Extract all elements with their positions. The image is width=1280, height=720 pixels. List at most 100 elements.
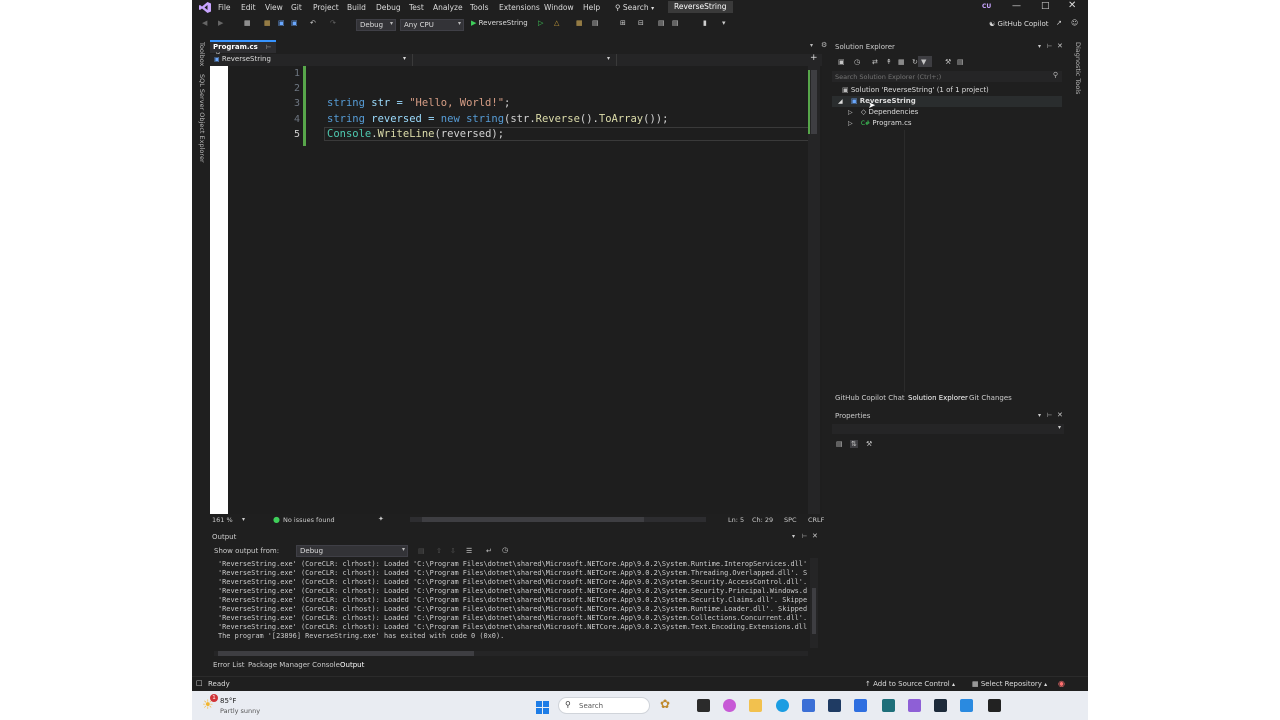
line-ending-indicator[interactable]: CRLF [808,516,824,524]
hscroll-thumb[interactable] [218,651,474,656]
find-message-icon[interactable]: ▤ [418,547,425,555]
new-item-icon[interactable]: ▦ [244,19,251,31]
toolbar-tool-3-icon[interactable]: ⊞ [620,19,626,31]
menu-build[interactable]: Build [347,3,366,12]
toolbar-tool-4-icon[interactable]: ⊟ [638,19,644,31]
next-message-icon[interactable]: ⇩ [450,547,456,555]
scroll-thumb[interactable] [812,588,816,634]
menu-analyze[interactable]: Analyze [433,3,463,12]
properties-object-select[interactable]: ▾ [832,424,1064,434]
search-icon[interactable]: ⚲ [1053,71,1058,79]
project-scope-select[interactable]: ▣ ReverseString ▾ [210,54,410,66]
toolbar-more-icon[interactable]: ▾ [722,19,726,31]
undo-icon[interactable]: ↶ [310,19,316,31]
windows-start-icon[interactable] [536,699,549,714]
search-menu[interactable]: ⚲ Search ▾ [615,3,654,12]
output-source-select[interactable]: Debug ▾ [296,545,408,557]
issues-status[interactable]: No issues found [283,516,335,524]
alphabetical-icon[interactable]: ⇅ [850,440,858,448]
menu-git[interactable]: Git [291,3,302,12]
menu-tools[interactable]: Tools [470,3,488,12]
column-indicator[interactable]: Ch: 29 [752,516,773,524]
taskbar-search[interactable]: ⚲ Search [558,697,650,714]
chevron-down-icon[interactable]: ▾ [1038,412,1041,419]
app-icon-3[interactable] [960,699,973,712]
whitespace-indicator[interactable]: SPC [784,516,797,524]
property-pages-icon[interactable]: ⚒ [866,440,872,448]
history-icon[interactable]: ◷ [854,58,860,66]
type-scope-select[interactable]: ▾ [412,54,614,66]
tree-program-cs[interactable]: ▷ C# Program.cs [848,119,912,127]
code-cleanup-icon[interactable]: ✦ [378,515,384,523]
share-icon[interactable]: ↗ [1056,19,1062,31]
tab-list-dropdown-icon[interactable]: ▾ [810,42,813,49]
tree-dependencies[interactable]: ▷ ◇ Dependencies [848,108,918,116]
sql-server-object-explorer-tab[interactable]: SQL Server Object Explorer [196,74,206,163]
diagnostic-tools-tab[interactable]: Diagnostic Tools [1072,42,1082,94]
user-avatar[interactable]: CU [982,3,994,12]
menu-help[interactable]: Help [583,3,600,12]
pin-icon[interactable]: ⊢ [802,533,807,540]
refresh-icon[interactable]: ↻ [912,58,918,66]
categorized-icon[interactable]: ▤ [836,440,843,448]
save-icon[interactable]: ▣ [278,19,285,31]
tab-program-cs[interactable]: Program.cs ⊢ ✕ [210,40,276,59]
member-scope-select[interactable] [616,54,808,66]
solution-explorer-search-input[interactable] [832,71,1032,82]
scroll-thumb[interactable] [811,70,817,134]
hscroll-thumb[interactable] [422,517,644,522]
menu-edit[interactable]: Edit [241,3,256,12]
close-panel-icon[interactable]: ✕ [812,532,818,540]
pin-icon[interactable]: ⊢ [1047,412,1052,419]
add-icon[interactable]: + [810,53,818,63]
pin-icon[interactable]: ⊢ [1047,43,1052,50]
code-editor[interactable]: 1 2 3 4 5 string str = "Hello, World!"; … [210,66,822,514]
tab-package-manager-console[interactable]: Package Manager Console [248,661,340,669]
store-icon[interactable] [802,699,815,712]
start-debugging-button[interactable]: ▶ ReverseString [471,19,528,27]
platform-select[interactable]: Any CPU ▾ [400,19,464,31]
output-horizontal-scrollbar[interactable] [214,651,808,656]
prev-message-icon[interactable]: ⇧ [436,547,442,555]
tab-output[interactable]: Output [340,661,364,669]
notifications-icon[interactable]: ◉ [1058,679,1065,688]
menu-debug[interactable]: Debug [376,3,401,12]
output-vertical-scrollbar[interactable] [810,558,818,648]
editor-horizontal-scrollbar[interactable] [410,517,706,522]
menu-project[interactable]: Project [313,3,339,12]
word-wrap-icon[interactable]: ↵ [486,547,492,555]
menu-file[interactable]: File [218,3,231,12]
app-icon-1[interactable] [854,699,867,712]
tree-solution[interactable]: ▣ Solution 'ReverseString' (1 of 1 proje… [842,86,989,94]
chevron-down-icon[interactable]: ▾ [792,533,795,540]
notepad-icon[interactable] [828,699,841,712]
bookmark-icon[interactable]: ▮ [703,19,707,31]
app-icon-2[interactable] [882,699,895,712]
tree-project[interactable]: ◢ ▣ ReverseString [838,97,916,105]
command-prompt-icon[interactable] [988,699,1001,712]
close-panel-icon[interactable]: ✕ [1057,42,1063,50]
widgets-icon[interactable]: ✿ [660,697,670,711]
weather-widget[interactable]: ☀ 1 85°F Partly sunny [202,694,272,718]
editor-vertical-scrollbar[interactable] [808,66,820,514]
filter-icon[interactable]: ▼ [921,58,926,66]
file-explorer-icon[interactable] [749,699,762,712]
visual-studio-app-icon[interactable] [908,699,921,712]
feedback-icon[interactable]: ☺ [1071,19,1078,31]
properties-wrench-icon[interactable]: ⚒ [945,58,951,66]
start-without-debugging-icon[interactable]: ▷ [538,19,543,31]
maximize-button[interactable]: □ [1041,1,1050,11]
menu-view[interactable]: View [265,3,283,12]
close-panel-icon[interactable]: ✕ [1057,411,1063,419]
tab-github-copilot-chat[interactable]: GitHub Copilot Chat [835,394,905,402]
select-repository-button[interactable]: ▦ Select Repository ▴ [972,680,1047,688]
terminal-icon[interactable] [934,699,947,712]
uncomment-icon[interactable]: ▤ [672,19,679,31]
forward-icon[interactable]: ▶ [218,19,223,31]
preview-icon[interactable]: ▤ [957,58,964,66]
redo-icon[interactable]: ↷ [330,19,336,31]
chevron-down-icon[interactable]: ▾ [242,516,245,523]
toolbar-tool-1-icon[interactable]: ▦ [576,19,583,31]
tab-solution-explorer[interactable]: Solution Explorer [908,394,968,402]
edge-icon[interactable] [776,699,789,712]
